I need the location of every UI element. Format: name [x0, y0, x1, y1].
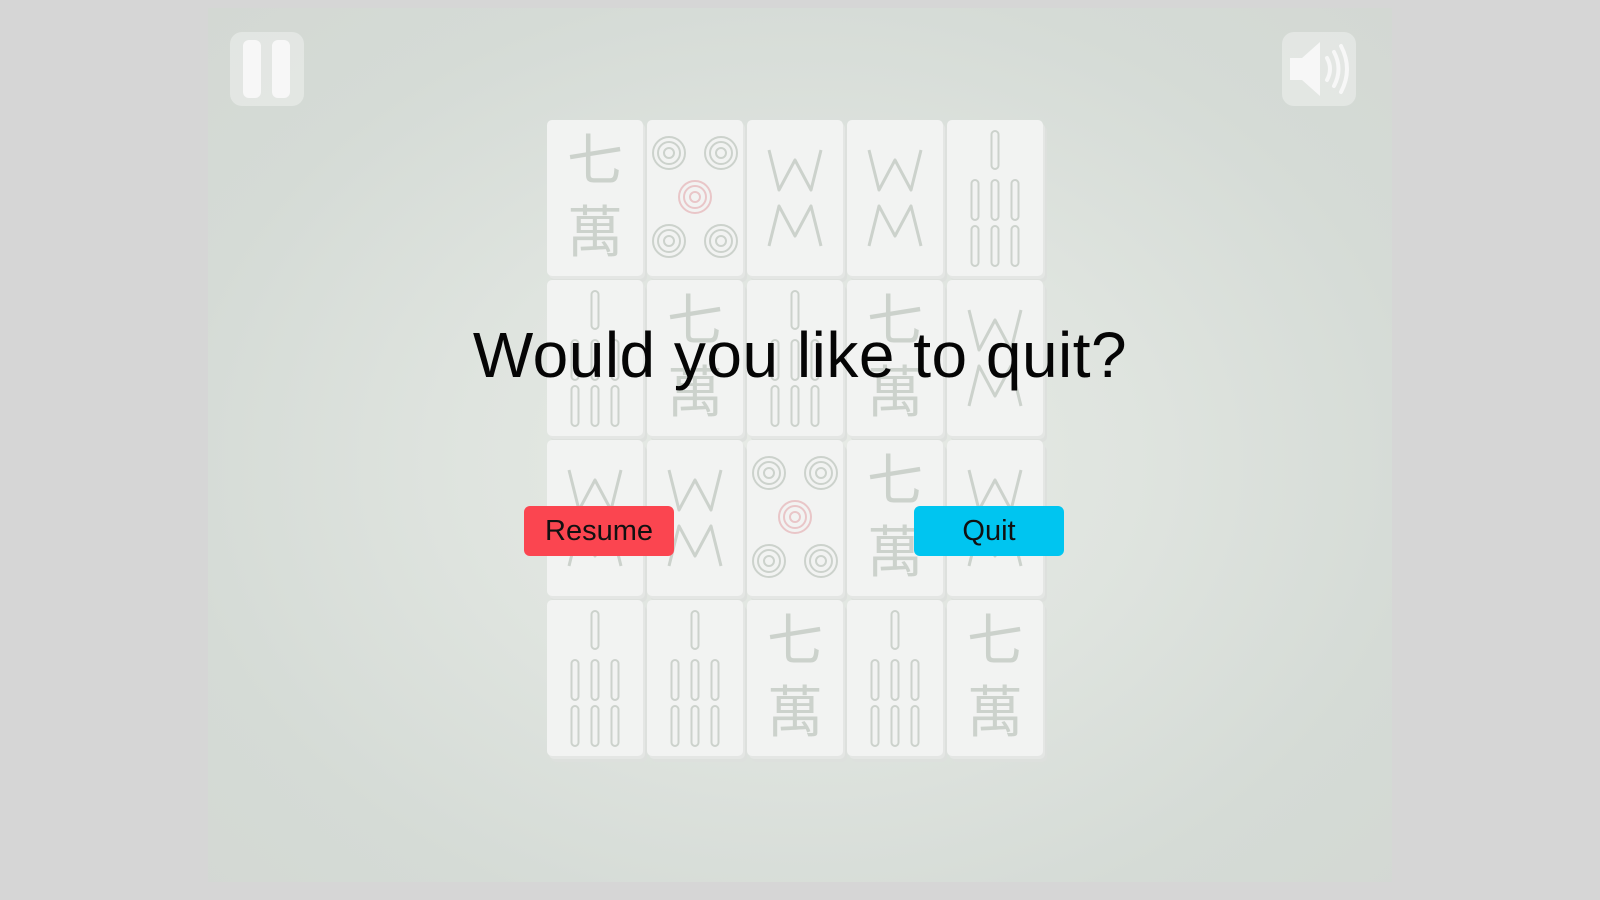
pause-button[interactable]	[230, 32, 304, 106]
mahjong-tile	[947, 120, 1043, 276]
mahjong-tile: 七萬	[947, 600, 1043, 756]
mahjong-tile	[647, 120, 743, 276]
pause-icon	[243, 40, 261, 98]
sound-button[interactable]	[1282, 32, 1356, 106]
mahjong-tile	[647, 600, 743, 756]
tile-glyph-seven: 七	[767, 609, 823, 674]
tile-bamboo-seven-icon	[870, 610, 920, 747]
mahjong-tile	[847, 600, 943, 756]
quit-dialog-title: Would you like to quit?	[472, 319, 1128, 391]
mahjong-tile	[747, 440, 843, 596]
tile-glyph-wan: 萬	[567, 201, 623, 266]
tile-board: 七萬七萬七萬七萬七萬七萬	[547, 120, 1055, 764]
pause-icon-bar	[272, 40, 290, 98]
tile-bamboo-w-icon	[867, 149, 923, 247]
tile-bamboo-seven-icon	[670, 610, 720, 747]
tile-glyph-wan: 萬	[967, 681, 1023, 746]
tile-circle-five-icon	[652, 136, 738, 258]
tile-glyph-seven: 七	[567, 129, 623, 194]
tile-circle-five-icon	[752, 456, 838, 578]
tile-glyph-seven: 七	[867, 449, 923, 514]
mahjong-tile	[547, 600, 643, 756]
tile-bamboo-seven-icon	[570, 610, 620, 747]
mahjong-tile: 七萬	[547, 120, 643, 276]
tile-glyph-wan: 萬	[767, 681, 823, 746]
quit-button[interactable]: Quit	[914, 506, 1064, 556]
mahjong-tile	[747, 120, 843, 276]
tile-bamboo-seven-icon	[970, 130, 1020, 267]
mahjong-tile: 七萬	[747, 600, 843, 756]
mahjong-tile	[847, 120, 943, 276]
speaker-icon	[1290, 42, 1349, 96]
tile-bamboo-w-icon	[767, 149, 823, 247]
resume-button[interactable]: Resume	[524, 506, 674, 556]
tile-glyph-seven: 七	[967, 609, 1023, 674]
